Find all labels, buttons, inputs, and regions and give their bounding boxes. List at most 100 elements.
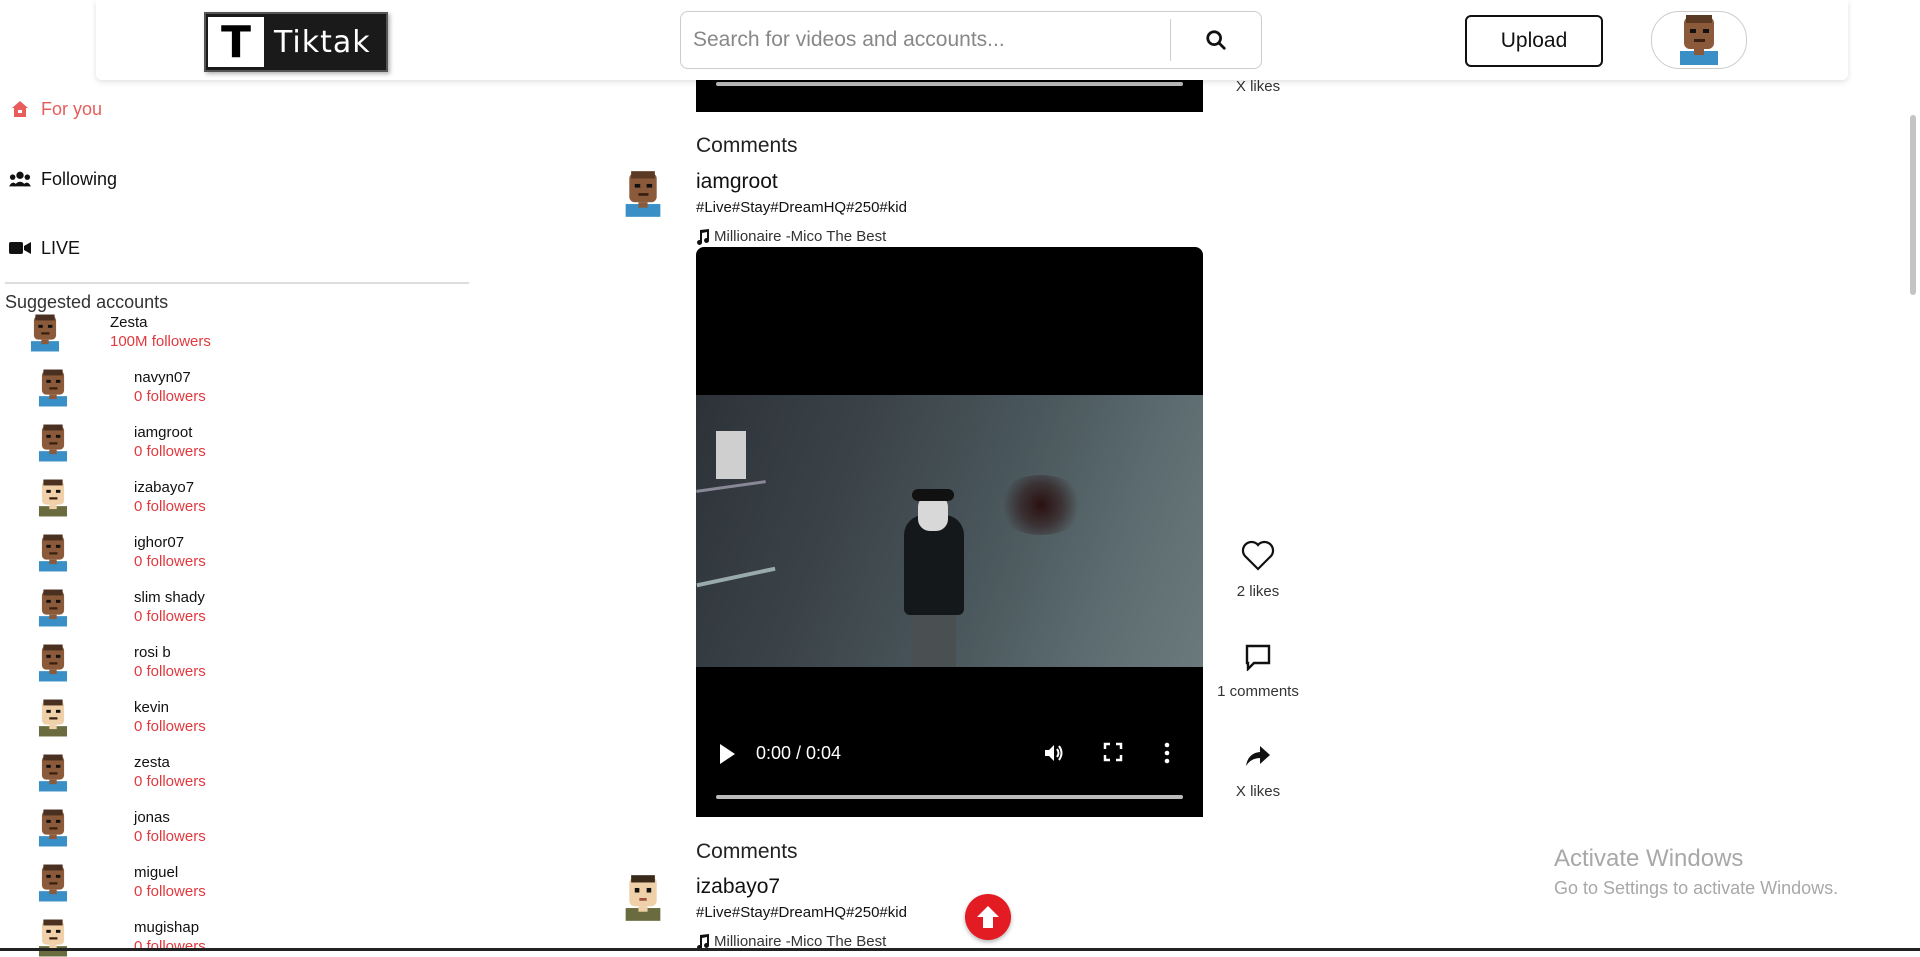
account-avatar [36, 369, 134, 407]
share-count: X likes [1235, 783, 1281, 800]
suggested-account-item[interactable]: miguel 0 followers [36, 864, 206, 902]
user-avatar-icon [38, 534, 68, 572]
background-shelf [696, 480, 766, 493]
splatter [996, 475, 1086, 535]
search-button[interactable] [1170, 19, 1261, 61]
account-avatar [36, 754, 134, 792]
post-author-avatar[interactable] [622, 874, 664, 922]
user-avatar-icon [1680, 15, 1718, 65]
suggested-account-item[interactable]: mugishap 0 followers [36, 919, 206, 957]
suggested-account-item[interactable]: Zesta 100M followers [28, 314, 211, 352]
share-button[interactable] [1245, 745, 1271, 772]
comments-heading: Comments [696, 840, 798, 863]
nav-for-you[interactable]: For you [9, 98, 102, 120]
account-name: miguel [134, 864, 179, 881]
post-hashtags: #Live#Stay#DreamHQ#250#kid [696, 904, 907, 921]
play-icon [720, 744, 735, 764]
account-avatar [28, 314, 110, 352]
search-icon [1206, 30, 1226, 50]
account-followers: 0 followers [134, 773, 206, 790]
account-followers: 0 followers [134, 663, 206, 680]
video-time: 0:00 / 0:04 [756, 743, 842, 763]
user-avatar-icon [38, 479, 68, 517]
suggested-accounts-title: Suggested accounts [5, 292, 169, 312]
user-avatar-icon [38, 864, 68, 902]
post-music: Millionaire -Mico The Best [696, 228, 886, 245]
account-followers: 100M followers [110, 333, 211, 350]
account-name: slim shady [134, 589, 205, 606]
account-followers: 0 followers [134, 718, 206, 735]
arrow-up-icon [977, 906, 999, 928]
more-vertical-icon [1164, 742, 1170, 764]
upload-button[interactable]: Upload [1465, 15, 1603, 67]
video-progress-bar[interactable] [716, 82, 1183, 86]
suggested-account-item[interactable]: zesta 0 followers [36, 754, 206, 792]
account-name: navyn07 [134, 369, 191, 386]
play-button[interactable] [716, 741, 738, 772]
account-followers: 0 followers [134, 388, 206, 405]
nav-for-you-label: For you [41, 98, 103, 119]
heart-icon [1241, 540, 1275, 571]
account-avatar [36, 424, 134, 462]
share-icon [1246, 746, 1270, 766]
account-followers: 0 followers [134, 608, 206, 625]
figure-legs [912, 609, 956, 667]
user-avatar-icon [625, 171, 661, 217]
user-avatar-icon [38, 919, 68, 957]
account-avatar [36, 864, 134, 902]
page-scrollbar[interactable] [1910, 115, 1916, 295]
scroll-to-top-button[interactable] [965, 894, 1011, 940]
suggested-account-item[interactable]: rosi b 0 followers [36, 644, 206, 682]
post-hashtags: #Live#Stay#DreamHQ#250#kid [696, 199, 907, 216]
like-button[interactable] [1241, 540, 1275, 577]
nav-following[interactable]: Following [9, 168, 117, 190]
account-followers: 0 followers [134, 883, 206, 900]
background-sign [716, 431, 746, 479]
suggested-account-item[interactable]: izabayo7 0 followers [36, 479, 206, 517]
account-name: jonas [134, 809, 170, 826]
account-name: Zesta [110, 314, 148, 331]
more-options-button[interactable] [1162, 741, 1172, 770]
user-avatar-icon [30, 314, 60, 352]
suggested-account-item[interactable]: navyn07 0 followers [36, 369, 206, 407]
post-author-avatar[interactable] [622, 170, 664, 218]
fullscreen-button[interactable] [1102, 741, 1124, 768]
account-followers: 0 followers [134, 498, 206, 515]
music-note-icon [697, 228, 710, 245]
account-name: iamgroot [134, 424, 193, 441]
user-avatar-icon [38, 644, 68, 682]
video-player[interactable]: 0:00 / 0:04 [696, 247, 1203, 817]
suggested-account-item[interactable]: jonas 0 followers [36, 809, 206, 847]
video-camera-icon [9, 237, 31, 259]
search-input[interactable] [681, 19, 1170, 61]
logo-letter: T [208, 17, 264, 68]
comment-icon [1245, 644, 1271, 672]
tiktak-logo[interactable]: T Tiktak [204, 12, 388, 72]
volume-button[interactable] [1042, 741, 1066, 770]
account-followers: 0 followers [134, 443, 206, 460]
home-icon [9, 98, 31, 120]
nav-live[interactable]: LIVE [9, 237, 80, 259]
comment-button[interactable] [1244, 643, 1272, 676]
post-username[interactable]: iamgroot [696, 170, 778, 194]
suggested-account-item[interactable]: iamgroot 0 followers [36, 424, 206, 462]
users-icon [9, 168, 31, 190]
account-followers: 0 followers [134, 553, 206, 570]
user-avatar-icon [38, 699, 68, 737]
account-avatar [36, 644, 134, 682]
nav-live-label: LIVE [41, 237, 81, 258]
suggested-account-item[interactable]: ighor07 0 followers [36, 534, 206, 572]
account-followers: 0 followers [134, 938, 206, 955]
video-progress-bar[interactable] [716, 795, 1183, 799]
account-name: kevin [134, 699, 170, 716]
windows-activation-title: Activate Windows [1554, 845, 1744, 872]
comments-heading: Comments [696, 134, 798, 157]
account-avatar [36, 534, 134, 572]
account-name: izabayo7 [134, 479, 195, 496]
account-name: rosi b [134, 644, 171, 661]
profile-avatar-button[interactable] [1651, 11, 1747, 69]
logo-text: Tiktak [274, 24, 371, 60]
post-username[interactable]: izabayo7 [696, 875, 780, 899]
suggested-account-item[interactable]: slim shady 0 followers [36, 589, 206, 627]
suggested-account-item[interactable]: kevin 0 followers [36, 699, 206, 737]
